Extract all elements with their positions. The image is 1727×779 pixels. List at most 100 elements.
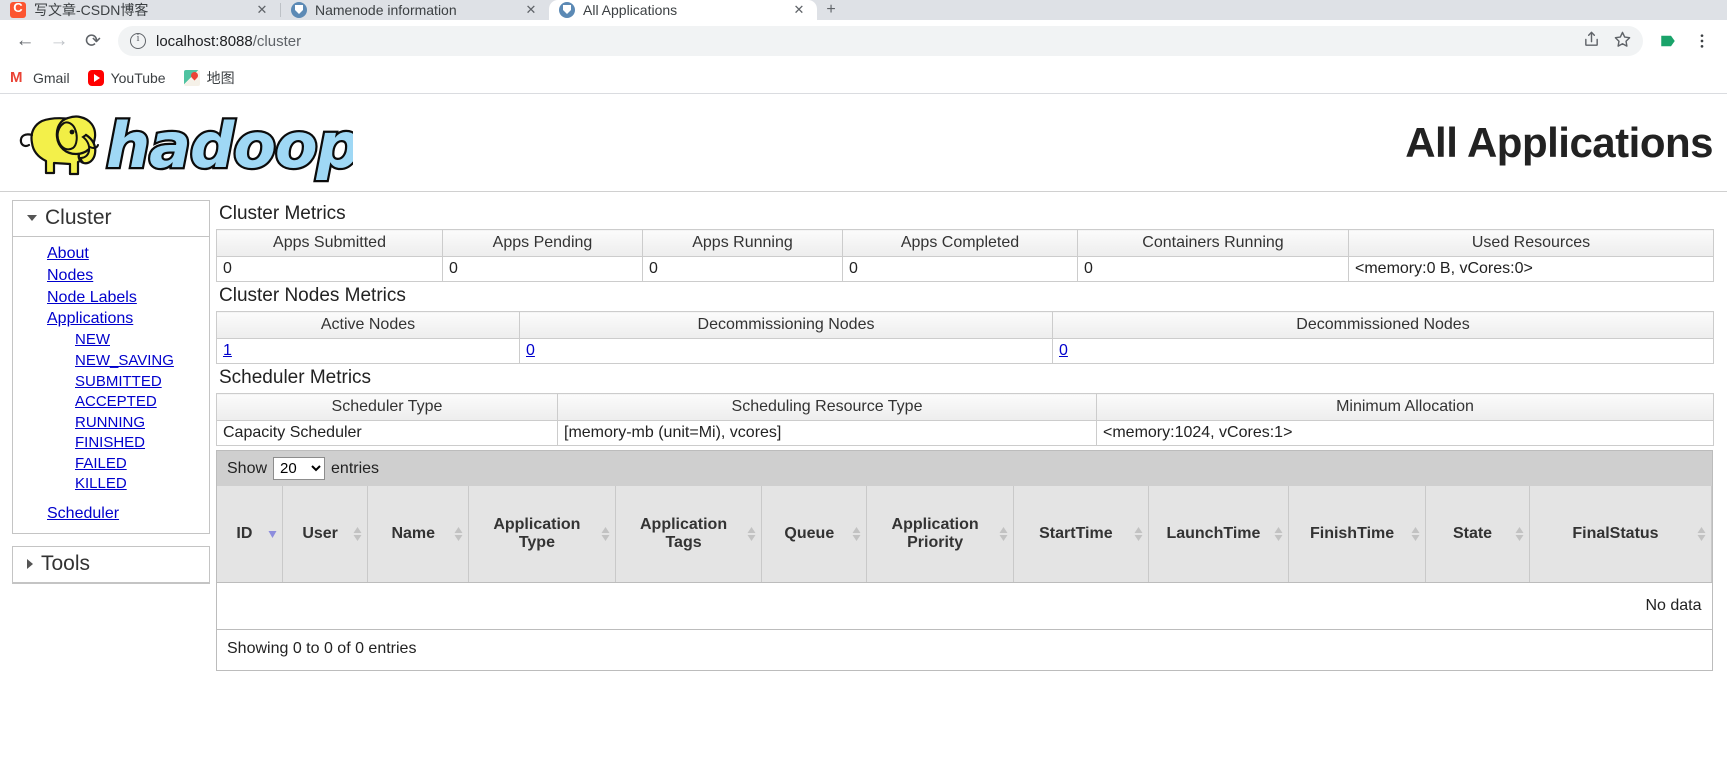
sort-icon xyxy=(747,526,756,541)
browser-tab-2[interactable]: All Applications ✕ xyxy=(549,0,817,20)
reload-button[interactable]: ⟳ xyxy=(78,26,108,56)
sort-icon xyxy=(353,526,362,541)
cell-containers-running: 0 xyxy=(1077,256,1349,282)
tab-close-icon[interactable]: ✕ xyxy=(523,2,539,18)
column-header-name[interactable]: Name xyxy=(367,486,470,583)
browser-menu-icon[interactable] xyxy=(1687,26,1717,56)
entries-label: entries xyxy=(331,459,380,477)
sidebar-item-node-labels[interactable]: Node Labels xyxy=(13,287,209,309)
empty-message: No data xyxy=(217,582,1712,630)
address-bar-url: localhost:8088/cluster xyxy=(156,33,301,50)
bookmark-star-icon[interactable] xyxy=(1614,31,1631,52)
chevron-right-icon xyxy=(27,558,33,569)
extension-icon[interactable] xyxy=(1653,26,1683,56)
bookmarks-bar: Gmail YouTube 地图 xyxy=(0,62,1727,94)
sidebar-item-nodes[interactable]: Nodes xyxy=(13,265,209,287)
csdn-icon xyxy=(10,0,26,18)
cell-decommissioning-nodes[interactable]: 0 xyxy=(519,338,1053,364)
datatable-info: Showing 0 to 0 of 0 entries xyxy=(217,629,1712,670)
column-header-apps-running: Apps Running xyxy=(642,229,843,257)
column-header-apps-completed: Apps Completed xyxy=(842,229,1078,257)
page-header: hadoop All Applications xyxy=(0,94,1727,192)
youtube-icon xyxy=(87,69,104,86)
yarn-resourcemanager-page: hadoop All Applications Cluster About No… xyxy=(0,94,1727,779)
table-row: 1 0 0 xyxy=(216,338,1714,364)
cluster-nodes-metrics-table: Active Nodes Decommissioning Nodes Decom… xyxy=(216,311,1714,364)
sidebar-item-state-submitted[interactable]: SUBMITTED xyxy=(13,372,209,393)
share-icon[interactable] xyxy=(1583,31,1600,52)
sidebar-item-about[interactable]: About xyxy=(13,243,209,265)
column-header-state[interactable]: State xyxy=(1425,486,1530,583)
column-header-launchtime[interactable]: LaunchTime xyxy=(1148,486,1290,583)
page-body: Cluster About Nodes Node Labels Applicat… xyxy=(0,192,1727,671)
column-header-application-tags[interactable]: Application Tags xyxy=(615,486,763,583)
sidebar-item-state-finished[interactable]: FINISHED xyxy=(13,433,209,454)
new-tab-button[interactable]: + xyxy=(817,0,845,20)
sidebar-cluster-section: Cluster About Nodes Node Labels Applicat… xyxy=(12,200,210,534)
hadoop-icon xyxy=(559,2,575,18)
browser-tab-0[interactable]: 写文章-CSDN博客 ✕ xyxy=(0,0,280,20)
column-header-decommissioning-nodes: Decommissioning Nodes xyxy=(519,311,1053,339)
sidebar-cluster-header[interactable]: Cluster xyxy=(13,201,209,237)
browser-tab-1[interactable]: Namenode information ✕ xyxy=(281,0,549,20)
sidebar-item-applications[interactable]: Applications xyxy=(13,308,209,330)
column-header-scheduling-resource-type: Scheduling Resource Type xyxy=(557,393,1097,421)
bookmark-gmail[interactable]: Gmail xyxy=(10,70,70,86)
column-header-used-resources: Used Resources xyxy=(1348,229,1714,257)
tab-close-icon[interactable]: ✕ xyxy=(791,2,807,18)
scheduler-metrics-title: Scheduler Metrics xyxy=(219,367,372,388)
sidebar-item-state-failed[interactable]: FAILED xyxy=(13,454,209,475)
sidebar-item-state-new[interactable]: NEW xyxy=(13,330,209,351)
column-header-finishtime[interactable]: FinishTime xyxy=(1288,486,1427,583)
column-header-finalstatus[interactable]: FinalStatus xyxy=(1529,486,1713,583)
gmail-icon xyxy=(10,70,26,86)
address-bar[interactable]: localhost:8088/cluster xyxy=(118,26,1643,56)
table-row: 0 0 0 0 0 <memory:0 B, vCores:0> xyxy=(216,256,1714,282)
sort-icon xyxy=(1411,526,1420,541)
cell-apps-running: 0 xyxy=(642,256,843,282)
sidebar-item-state-running[interactable]: RUNNING xyxy=(13,413,209,434)
datatable-length-control: Show 20 40 60 80 100 entries xyxy=(217,451,1712,486)
hadoop-icon xyxy=(291,2,307,18)
cell-used-resources: <memory:0 B, vCores:0> xyxy=(1348,256,1714,282)
column-header-scheduler-type: Scheduler Type xyxy=(216,393,558,421)
applications-datatable: Show 20 40 60 80 100 entries xyxy=(216,450,1713,671)
entries-per-page-select[interactable]: 20 40 60 80 100 xyxy=(273,457,326,480)
column-header-user[interactable]: User xyxy=(282,486,369,583)
sidebar-item-state-accepted[interactable]: ACCEPTED xyxy=(13,392,209,413)
decommissioning-nodes-link[interactable]: 0 xyxy=(526,342,535,359)
main-content: Cluster Metrics Apps Submitted Apps Pend… xyxy=(210,192,1727,671)
chevron-down-icon xyxy=(27,215,37,221)
forward-button[interactable]: → xyxy=(44,26,74,56)
column-header-apps-submitted: Apps Submitted xyxy=(216,229,443,257)
column-header-containers-running: Containers Running xyxy=(1077,229,1349,257)
site-information-icon[interactable] xyxy=(130,32,146,49)
column-header-application-type[interactable]: Application Type xyxy=(468,486,616,583)
cell-active-nodes[interactable]: 1 xyxy=(216,338,520,364)
column-header-label: Application Tags xyxy=(639,515,728,551)
active-nodes-link[interactable]: 1 xyxy=(223,342,232,359)
omnibox-actions xyxy=(1583,31,1631,52)
column-header-starttime[interactable]: StartTime xyxy=(1013,486,1149,583)
scheduler-metrics-table: Scheduler Type Scheduling Resource Type … xyxy=(216,393,1714,446)
column-header-application-priority[interactable]: Application Priority xyxy=(866,486,1014,583)
url-host: localhost:8088 xyxy=(156,32,253,50)
sidebar-item-state-new-saving[interactable]: NEW_SAVING xyxy=(13,351,209,372)
table-header-row: Active Nodes Decommissioning Nodes Decom… xyxy=(216,311,1714,339)
sidebar-tools-header[interactable]: Tools xyxy=(13,546,209,583)
back-button[interactable]: ← xyxy=(10,26,40,56)
column-header-label: FinishTime xyxy=(1309,524,1395,542)
bookmark-maps[interactable]: 地图 xyxy=(183,68,235,88)
cell-minimum-allocation: <memory:1024, vCores:1> xyxy=(1096,420,1714,446)
cell-decommissioned-nodes[interactable]: 0 xyxy=(1052,338,1714,364)
sort-icon xyxy=(852,526,861,541)
decommissioned-nodes-link[interactable]: 0 xyxy=(1059,342,1068,359)
tab-close-icon[interactable]: ✕ xyxy=(254,2,270,18)
bookmark-youtube[interactable]: YouTube xyxy=(87,69,166,86)
column-header-id[interactable]: ID xyxy=(217,486,283,583)
column-header-apps-pending: Apps Pending xyxy=(442,229,643,257)
column-header-queue[interactable]: Queue xyxy=(761,486,868,583)
sidebar-item-scheduler[interactable]: Scheduler xyxy=(13,503,209,525)
sidebar-item-state-killed[interactable]: KILLED xyxy=(13,474,209,495)
